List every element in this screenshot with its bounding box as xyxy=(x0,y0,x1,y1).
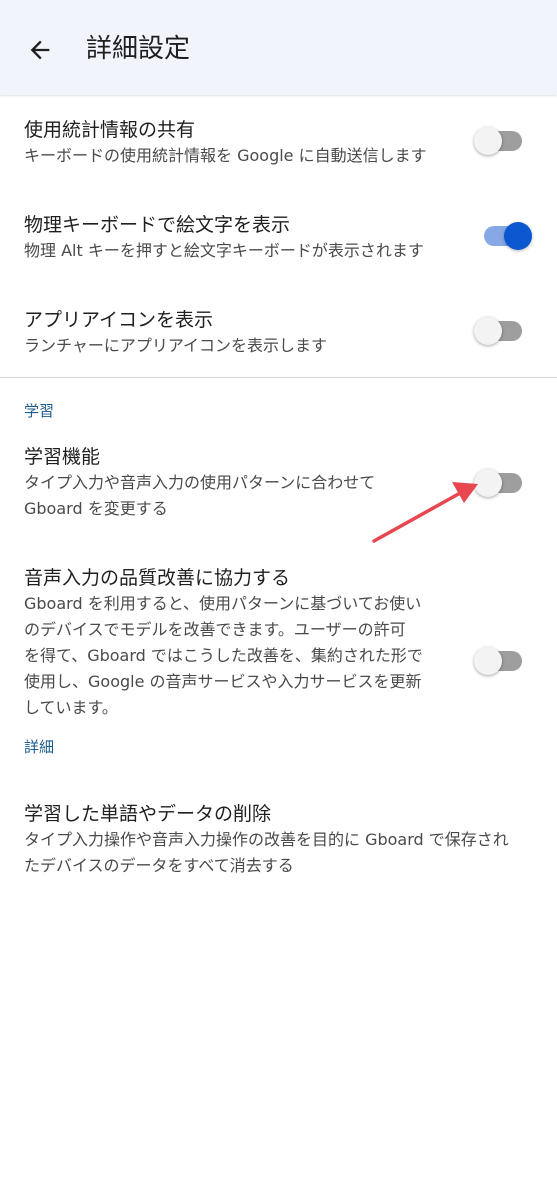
toggle-thumb xyxy=(474,647,502,675)
setting-title: 学習機能 xyxy=(24,446,101,468)
back-button[interactable] xyxy=(16,26,64,74)
setting-subtitle-line: しています。 xyxy=(24,698,118,717)
usage-stats-toggle[interactable] xyxy=(474,127,522,155)
setting-title: 使用統計情報の共有 xyxy=(24,119,196,141)
setting-subtitle: ランチャーにアプリアイコンを表示します xyxy=(24,336,328,355)
setting-subtitle-line: のデバイスでモデルを改善できます。ユーザーの許可 xyxy=(24,620,406,639)
setting-title: 学習した単語やデータの削除 xyxy=(24,803,272,825)
voice-improvement-toggle[interactable] xyxy=(474,647,522,675)
setting-delete-learned-data[interactable]: 学習した単語やデータの削除 タイプ入力操作や音声入力操作の改善を目的に Gboa… xyxy=(24,801,544,879)
setting-voice-improvement[interactable]: 音声入力の品質改善に協力する Gboard を利用すると、使用パターンに基づいて… xyxy=(24,565,444,721)
app-icon-toggle[interactable] xyxy=(474,317,522,345)
setting-title: 物理キーボードで絵文字を表示 xyxy=(24,214,291,236)
toggle-thumb xyxy=(504,222,532,250)
setting-subtitle-line: を得て、Gboard ではこうした改善を、集約された形で xyxy=(24,646,423,665)
section-header-details: 詳細 xyxy=(24,738,55,756)
setting-physical-emoji[interactable]: 物理キーボードで絵文字を表示 物理 Alt キーを押すと絵文字キーボードが表示さ… xyxy=(24,212,444,264)
setting-usage-stats[interactable]: 使用統計情報の共有 キーボードの使用統計情報を Google に自動送信します xyxy=(24,117,444,169)
section-divider xyxy=(0,377,557,378)
setting-learning[interactable]: 学習機能 タイプ入力や音声入力の使用パターンに合わせて Gboard を変更する xyxy=(24,444,444,522)
setting-subtitle: キーボードの使用統計情報を Google に自動送信します xyxy=(24,146,427,165)
setting-subtitle-line: Gboard を変更する xyxy=(24,499,168,518)
setting-app-icon[interactable]: アプリアイコンを表示 ランチャーにアプリアイコンを表示します xyxy=(24,307,444,359)
learning-toggle[interactable] xyxy=(474,469,522,497)
toggle-thumb xyxy=(474,127,502,155)
toggle-thumb xyxy=(474,317,502,345)
setting-title: アプリアイコンを表示 xyxy=(24,309,214,331)
setting-subtitle-line: 使用し、Google の音声サービスや入力サービスを更新 xyxy=(24,672,422,691)
physical-emoji-toggle[interactable] xyxy=(484,222,532,250)
page-title: 詳細設定 xyxy=(86,34,191,64)
setting-title: 音声入力の品質改善に協力する xyxy=(24,567,291,589)
toggle-thumb xyxy=(474,469,502,497)
section-header-learning: 学習 xyxy=(24,402,55,420)
setting-subtitle-line: たデバイスのデータをすべて消去する xyxy=(24,856,294,875)
app-bar: 詳細設定 xyxy=(0,0,557,95)
setting-subtitle: 物理 Alt キーを押すと絵文字キーボードが表示されます xyxy=(24,241,424,260)
arrow-back-icon xyxy=(30,40,50,60)
setting-subtitle-line: Gboard を利用すると、使用パターンに基づいてお使い xyxy=(24,594,422,613)
setting-subtitle-line: タイプ入力操作や音声入力操作の改善を目的に Gboard で保存され xyxy=(24,830,509,849)
setting-subtitle-line: タイプ入力や音声入力の使用パターンに合わせて xyxy=(24,473,376,492)
